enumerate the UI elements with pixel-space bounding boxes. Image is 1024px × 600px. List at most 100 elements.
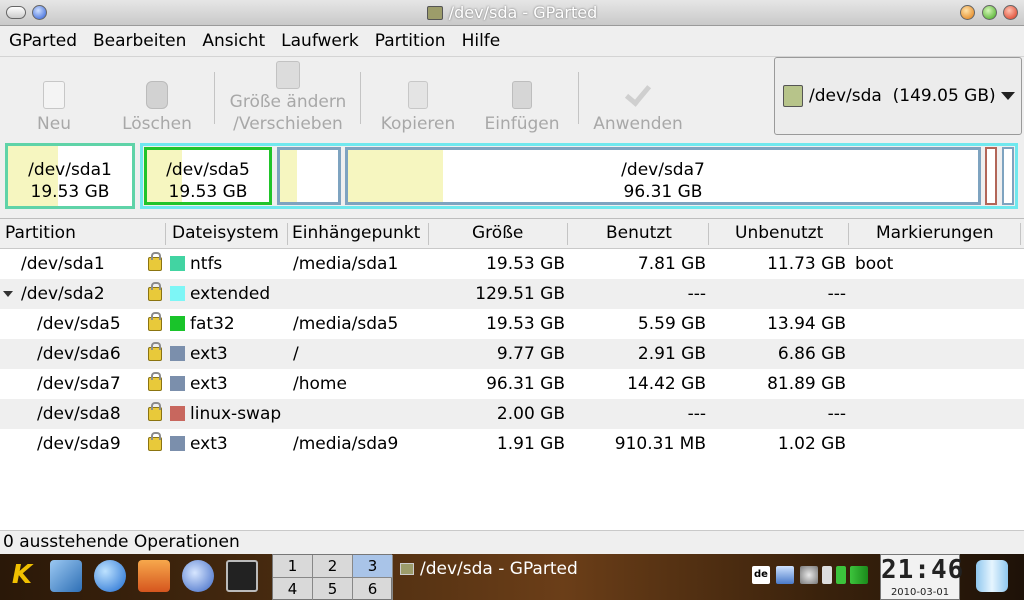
menu-hilfe[interactable]: Hilfe bbox=[462, 31, 501, 51]
col-flags[interactable]: Markierungen bbox=[876, 223, 994, 243]
table-row[interactable]: /dev/sda1 ntfs/media/sda1 19.53 GB 7.81 GB 1… bbox=[0, 249, 1024, 279]
resize-move-button[interactable]: Größe ändern /Verschieben bbox=[222, 61, 354, 135]
desktop-pager: 123 456 bbox=[272, 554, 393, 600]
device-selector[interactable]: /dev/sda (149.05 GB) bbox=[774, 57, 1022, 135]
partition-block-sda1[interactable]: /dev/sda1 19.53 GB bbox=[5, 143, 135, 209]
desktop-icon[interactable] bbox=[50, 560, 82, 592]
pager-desktop-1[interactable]: 1 bbox=[273, 555, 313, 578]
trash-icon[interactable] bbox=[976, 560, 1008, 592]
kde-menu-icon[interactable]: K bbox=[6, 560, 38, 592]
cell-unused: 6.86 GB bbox=[777, 344, 846, 364]
minimize-button[interactable] bbox=[960, 5, 975, 20]
pager-desktop-6[interactable]: 6 bbox=[353, 578, 393, 600]
toolbar-separator bbox=[214, 72, 215, 124]
column-separator[interactable] bbox=[1020, 223, 1021, 245]
cell-filesystem: linux-swap bbox=[190, 404, 282, 424]
lock-icon bbox=[148, 252, 162, 271]
resize-label-2: /Verschieben bbox=[233, 114, 343, 134]
paste-button[interactable]: Einfügen bbox=[480, 61, 564, 135]
partition-block-sda5[interactable]: /dev/sda5 19.53 GB bbox=[144, 147, 272, 205]
column-separator[interactable] bbox=[165, 223, 166, 245]
partition-block-name: /dev/sda7 bbox=[621, 160, 705, 180]
toolbar-separator bbox=[360, 72, 361, 124]
terminal-icon[interactable] bbox=[226, 560, 258, 592]
cell-partition: /dev/sda9 bbox=[37, 434, 121, 454]
col-size[interactable]: Größe bbox=[472, 223, 523, 243]
col-partition[interactable]: Partition bbox=[5, 223, 76, 243]
device-selector-value: /dev/sda (149.05 GB) bbox=[809, 86, 996, 106]
col-used[interactable]: Benutzt bbox=[606, 223, 672, 243]
cell-used: 7.81 GB bbox=[637, 254, 706, 274]
table-row[interactable]: /dev/sda7 ext3/home 96.31 GB 14.42 GB 81.89 … bbox=[0, 369, 1024, 399]
copy-button[interactable]: Kopieren bbox=[374, 61, 462, 135]
partition-block-sda6[interactable] bbox=[277, 147, 341, 205]
lock-icon bbox=[148, 432, 162, 451]
menu-ansicht[interactable]: Ansicht bbox=[202, 31, 265, 51]
expander-triangle-icon[interactable] bbox=[3, 291, 13, 297]
cell-flags: boot bbox=[855, 254, 894, 274]
cell-mountpoint: /media/sda9 bbox=[293, 434, 399, 454]
cell-size: 129.51 GB bbox=[475, 284, 565, 304]
apply-label: Anwenden bbox=[593, 114, 683, 134]
home-folder-icon[interactable] bbox=[138, 560, 170, 592]
cell-used: --- bbox=[687, 284, 706, 304]
new-button[interactable]: Neu bbox=[22, 61, 86, 135]
taskbar-item-gparted[interactable]: /dev/sda - GParted bbox=[400, 556, 578, 582]
col-mountpoint[interactable]: Einhängepunkt bbox=[292, 223, 420, 243]
signal-icon[interactable] bbox=[850, 566, 868, 584]
column-separator[interactable] bbox=[708, 223, 709, 245]
menu-gparted[interactable]: GParted bbox=[9, 31, 77, 51]
table-row[interactable]: /dev/sda8 linux-swap 2.00 GB --- --- bbox=[0, 399, 1024, 429]
pager-desktop-3[interactable]: 3 bbox=[353, 555, 393, 578]
cell-unused: 1.02 GB bbox=[777, 434, 846, 454]
table-body: /dev/sda1 ntfs/media/sda1 19.53 GB 7.81 GB 1… bbox=[0, 249, 1024, 459]
column-separator[interactable] bbox=[428, 223, 429, 245]
close-button[interactable] bbox=[1003, 5, 1018, 20]
cell-used: --- bbox=[687, 404, 706, 424]
table-row[interactable]: /dev/sda2 extended 129.51 GB --- --- bbox=[0, 279, 1024, 309]
table-row[interactable]: /dev/sda5 fat32/media/sda5 19.53 GB 5.59 GB… bbox=[0, 309, 1024, 339]
table-row[interactable]: /dev/sda6 ext3 / 9.77 GB 2.91 GB 6.86 GB bbox=[0, 339, 1024, 369]
delete-button[interactable]: Löschen bbox=[114, 61, 200, 135]
cell-size: 1.91 GB bbox=[496, 434, 565, 454]
battery-icon[interactable] bbox=[822, 566, 832, 584]
column-separator[interactable] bbox=[287, 223, 288, 245]
column-separator[interactable] bbox=[848, 223, 849, 245]
partition-block-sda9[interactable] bbox=[1002, 147, 1014, 205]
keyboard-layout-icon[interactable]: de bbox=[752, 566, 770, 584]
pager-desktop-2[interactable]: 2 bbox=[313, 555, 353, 578]
resize-icon bbox=[276, 61, 300, 89]
col-filesystem[interactable]: Dateisystem bbox=[172, 223, 279, 243]
clock[interactable]: 21:46 2010-03-01 bbox=[880, 554, 963, 600]
cell-partition: /dev/sda7 bbox=[37, 374, 121, 394]
volume-icon[interactable] bbox=[800, 566, 818, 584]
table-row[interactable]: /dev/sda9 ext3/media/sda9 1.91 GB 910.31 MB… bbox=[0, 429, 1024, 459]
partition-block-size: 19.53 GB bbox=[30, 182, 110, 202]
menu-partition[interactable]: Partition bbox=[375, 31, 446, 51]
browser-globe-icon[interactable] bbox=[94, 560, 126, 592]
display-icon[interactable] bbox=[776, 566, 794, 584]
apply-button[interactable]: Anwenden bbox=[588, 61, 688, 135]
toolbar-separator bbox=[578, 72, 579, 124]
harddisk-icon bbox=[426, 6, 443, 20]
pager-desktop-5[interactable]: 5 bbox=[313, 578, 353, 600]
konqueror-icon[interactable] bbox=[182, 560, 214, 592]
maximize-button[interactable] bbox=[982, 5, 997, 20]
partition-map: /dev/sda1 19.53 GB /dev/sda5 19.53 GB /dev… bbox=[0, 138, 1024, 214]
cell-unused: 13.94 GB bbox=[767, 314, 846, 334]
chevron-down-icon bbox=[1001, 92, 1015, 100]
checkmark-icon bbox=[624, 79, 652, 107]
window-titlebar[interactable]: /dev/sda - GParted bbox=[0, 0, 1024, 26]
menu-laufwerk[interactable]: Laufwerk bbox=[281, 31, 359, 51]
menu-bearbeiten[interactable]: Bearbeiten bbox=[93, 31, 186, 51]
col-unused[interactable]: Unbenutzt bbox=[735, 223, 823, 243]
partition-block-sda7[interactable]: /dev/sda7 96.31 GB bbox=[345, 147, 981, 205]
pager-desktop-4[interactable]: 4 bbox=[273, 578, 313, 600]
cell-mountpoint: /media/sda1 bbox=[293, 254, 399, 274]
partition-block-sda8[interactable] bbox=[985, 147, 997, 205]
column-separator[interactable] bbox=[567, 223, 568, 245]
cell-filesystem: extended bbox=[190, 284, 271, 304]
cell-size: 2.00 GB bbox=[496, 404, 565, 424]
network-icon[interactable] bbox=[836, 566, 846, 584]
cell-size: 9.77 GB bbox=[496, 344, 565, 364]
